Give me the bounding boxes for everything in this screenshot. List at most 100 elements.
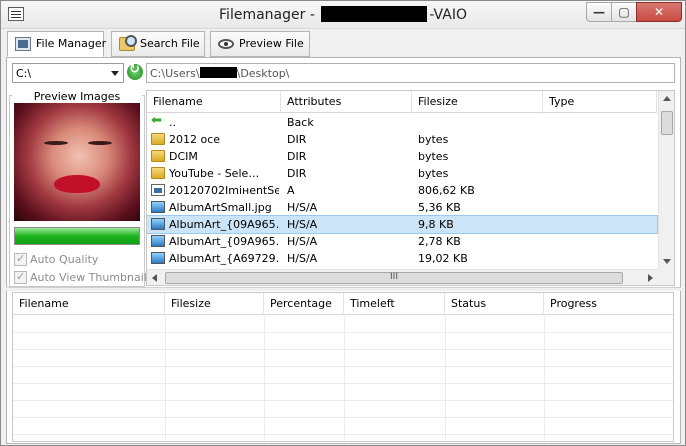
- tab-label: Preview File: [239, 37, 304, 50]
- tab-label: File Manager: [36, 37, 107, 50]
- chevron-down-icon: [111, 71, 119, 76]
- file-attributes: DIR: [287, 133, 307, 146]
- redacted-block: [199, 67, 237, 78]
- window-title-prefix: Filemanager -: [219, 7, 320, 23]
- horizontal-scrollbar[interactable]: III: [147, 269, 658, 285]
- file-size: 806,62 KB: [418, 184, 475, 197]
- file-name: DCIM: [169, 150, 198, 163]
- tab-search-file[interactable]: Search File: [111, 31, 205, 57]
- artwork-detail: [44, 141, 68, 145]
- artwork-detail: [88, 141, 112, 145]
- scroll-left-icon[interactable]: [152, 274, 157, 282]
- file-type: [549, 250, 655, 267]
- file-attributes: H/S/A: [287, 218, 318, 231]
- minimize-icon: —: [593, 5, 605, 19]
- vertical-scrollbar[interactable]: [658, 91, 674, 269]
- file-size: 5,36 KB: [418, 201, 461, 214]
- file-list: Filename Attributes Filesize Type .. Back…: [146, 90, 675, 286]
- tab-preview-file[interactable]: Preview File: [210, 31, 310, 57]
- scroll-thumb[interactable]: [661, 111, 673, 135]
- column-header-type[interactable]: Type: [543, 91, 657, 113]
- scroll-thumb[interactable]: III: [165, 272, 623, 284]
- checkbox-label: Auto Quality: [30, 253, 99, 266]
- maximize-button[interactable]: ▢: [611, 2, 637, 22]
- column-header-progress[interactable]: Progress: [544, 293, 673, 315]
- grid-divider: [165, 316, 166, 441]
- redacted-block: [321, 6, 428, 22]
- path-field[interactable]: C:\Users\ \Desktop\: [146, 63, 675, 83]
- window-title: Filemanager - -VAIO: [1, 6, 685, 23]
- file-row[interactable]: AlbumArt_{A69729… H/S/A 19,02 KB: [147, 250, 657, 267]
- column-header-filesize[interactable]: Filesize: [165, 293, 264, 315]
- file-name: 20120702ImінentSe…: [169, 184, 279, 197]
- file-name: 2012 oce: [169, 133, 221, 146]
- close-icon: ✕: [653, 5, 665, 19]
- file-attributes: H/S/A: [287, 252, 318, 265]
- artwork-detail: [54, 175, 100, 193]
- scroll-up-icon[interactable]: [663, 96, 671, 101]
- minimize-button[interactable]: —: [586, 2, 612, 22]
- transfer-list-header: Filename Filesize Percentage Timeleft St…: [13, 293, 673, 315]
- column-header-attributes[interactable]: Attributes: [281, 91, 412, 113]
- file-type: [549, 165, 655, 182]
- file-name: YouTube - Sele…: [169, 167, 260, 180]
- file-attributes: A: [287, 184, 295, 197]
- column-header-status[interactable]: Status: [445, 293, 544, 315]
- column-header-filename[interactable]: Filename: [147, 91, 281, 113]
- grid-divider: [544, 316, 545, 441]
- file-type: [549, 148, 655, 165]
- window-title-suffix: -VAIO: [429, 7, 467, 23]
- file-row[interactable]: DCIM DIR bytes: [147, 148, 657, 165]
- preview-label: Preview Images: [12, 90, 142, 103]
- file-row[interactable]: 20120702ImінentSe… A 806,62 KB: [147, 182, 657, 199]
- close-button[interactable]: ✕: [636, 2, 682, 22]
- path-suffix: \Desktop\: [236, 67, 290, 80]
- file-type: [549, 131, 655, 148]
- refresh-icon[interactable]: [127, 62, 143, 80]
- grid-divider: [264, 316, 265, 441]
- column-header-percentage[interactable]: Percentage: [264, 293, 344, 315]
- file-attributes: DIR: [287, 150, 307, 163]
- file-type: [549, 216, 655, 233]
- scroll-down-icon[interactable]: [663, 259, 671, 264]
- tab-label: Search File: [140, 37, 200, 50]
- album-art-preview-image: [14, 103, 140, 221]
- checkbox-icon: [14, 252, 27, 266]
- file-size: 19,02 KB: [418, 252, 468, 265]
- file-attributes: H/S/A: [287, 201, 318, 214]
- transfer-grid: [13, 316, 673, 441]
- file-type: [549, 233, 655, 250]
- file-row[interactable]: YouTube - Sele… DIR bytes: [147, 165, 657, 182]
- file-row[interactable]: .. Back: [147, 113, 657, 131]
- file-name: AlbumArt_{09A965…: [169, 218, 279, 231]
- scroll-right-icon[interactable]: [648, 274, 653, 282]
- progress-fill: [15, 228, 139, 244]
- file-attributes: H/S/A: [287, 235, 318, 248]
- column-header-timeleft[interactable]: Timeleft: [344, 293, 445, 315]
- file-size: bytes: [418, 167, 449, 180]
- preview-progress-bar: [14, 227, 140, 245]
- scrollbar-corner: [658, 269, 674, 285]
- file-size: bytes: [418, 133, 449, 146]
- tab-file-manager[interactable]: File Manager: [7, 31, 107, 57]
- drive-select[interactable]: C:\: [12, 63, 124, 83]
- path-prefix: C:\Users\: [150, 67, 200, 80]
- splitter[interactable]: [6, 287, 681, 291]
- file-size: 2,78 KB: [418, 235, 461, 248]
- file-name: ..: [169, 116, 176, 129]
- eye-icon: [218, 39, 234, 49]
- file-row[interactable]: 2012 oce DIR bytes: [147, 131, 657, 148]
- grid-divider: [445, 316, 446, 441]
- file-type: [549, 199, 655, 216]
- file-row[interactable]: AlbumArtSmall.jpg H/S/A 5,36 KB: [147, 199, 657, 216]
- title-bar: Filemanager - -VAIO — ▢ ✕: [1, 1, 685, 29]
- grid-divider: [344, 316, 345, 441]
- maximize-icon: ▢: [618, 5, 630, 19]
- file-row[interactable]: AlbumArt_{09A965… H/S/A 2,78 KB: [147, 233, 657, 250]
- file-list-header: Filename Attributes Filesize Type: [147, 91, 657, 113]
- file-row[interactable]: AlbumArt_{09A965… H/S/A 9,8 KB: [147, 215, 658, 234]
- file-type: [549, 182, 655, 199]
- column-header-filesize[interactable]: Filesize: [412, 91, 543, 113]
- file-attributes: DIR: [287, 167, 307, 180]
- column-header-filename[interactable]: Filename: [13, 293, 165, 315]
